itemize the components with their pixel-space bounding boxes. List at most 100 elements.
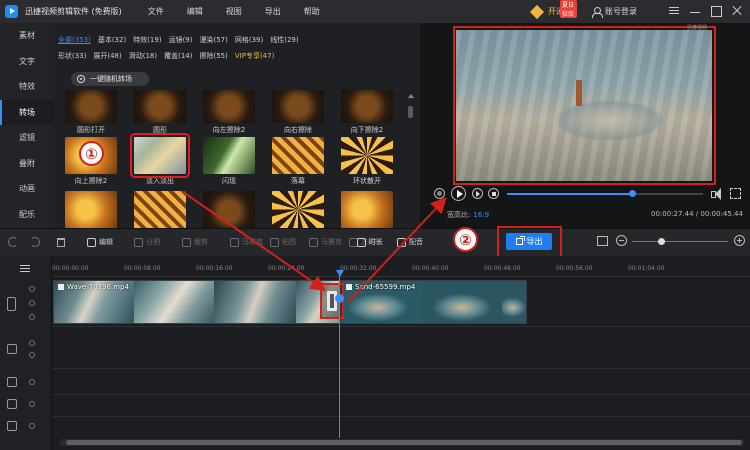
- toolbar-item[interactable]: 贴图: [270, 237, 296, 247]
- visibility-icon[interactable]: [29, 300, 35, 306]
- transition-tile[interactable]: 向右擦除: [272, 90, 324, 135]
- menu-view[interactable]: 视图: [226, 6, 242, 17]
- volume-icon[interactable]: [711, 188, 723, 200]
- delete-icon[interactable]: [57, 238, 65, 247]
- transition-label: 闪现: [222, 177, 236, 185]
- stop-icon[interactable]: [488, 188, 499, 199]
- transition-tile[interactable]: [65, 191, 117, 230]
- track-list-icon[interactable]: [20, 265, 32, 274]
- category-tab[interactable]: 基本(32): [98, 35, 126, 45]
- zoom-out-icon[interactable]: [616, 235, 627, 246]
- sidebar-item-4[interactable]: 滤镜: [0, 125, 55, 151]
- clip-thumbnail: [502, 281, 526, 323]
- menu-help[interactable]: 帮助: [304, 6, 320, 17]
- sidebar-item-5[interactable]: 叠附: [0, 151, 55, 177]
- toolbar-item[interactable]: 马赛克: [230, 237, 263, 247]
- lock-icon[interactable]: [29, 423, 35, 429]
- category-tab[interactable]: 运镜(9): [169, 35, 193, 45]
- transition-tile[interactable]: [134, 191, 186, 230]
- category-tab[interactable]: 特效(19): [133, 35, 161, 45]
- rewind-icon[interactable]: [434, 188, 445, 199]
- panel-scrollbar[interactable]: [408, 106, 413, 118]
- random-icon: [77, 75, 85, 83]
- sidebar-item-0[interactable]: 素材: [0, 23, 55, 49]
- menu-file[interactable]: 文件: [148, 6, 164, 17]
- transition-tile[interactable]: [272, 191, 324, 230]
- minimize-icon[interactable]: [688, 4, 702, 18]
- category-tab[interactable]: 网格(39): [235, 35, 263, 45]
- sidebar-item-3[interactable]: 转场: [0, 99, 55, 125]
- fit-timeline-icon[interactable]: [597, 236, 608, 246]
- transition-tile[interactable]: 闪现: [203, 137, 255, 186]
- transition-tile[interactable]: 淡入淡出: [130, 133, 190, 186]
- timeline-zoom-handle[interactable]: [657, 238, 665, 245]
- toolbar-item[interactable]: 分割: [134, 237, 160, 247]
- scroll-up-icon[interactable]: [408, 94, 414, 98]
- category-tabs: 全部(353) 基本(32) 特效(19) 运镜(9) 漫染(57) 网格(39) 线性(2…: [58, 35, 408, 67]
- transition-tile[interactable]: 圆形打开: [65, 90, 117, 135]
- toolbar-item[interactable]: 时长: [357, 237, 383, 247]
- category-tab[interactable]: 形状(33): [58, 51, 86, 61]
- transition-thumbnail: [341, 191, 393, 228]
- toolbar-item-icon: [357, 237, 366, 247]
- toolbar-item[interactable]: 裁剪: [182, 237, 208, 247]
- play-icon[interactable]: [451, 186, 466, 201]
- timeline-zoom-slider[interactable]: [632, 241, 728, 242]
- clip-title: Wave-70796.mp4: [58, 283, 129, 291]
- aspect-ratio[interactable]: 宽高比: 16:9: [447, 210, 489, 220]
- app-title: 迅捷视频剪辑软件 (免费版): [25, 7, 122, 16]
- category-tab[interactable]: 展开(48): [93, 51, 121, 61]
- toolbar-item[interactable]: 编辑: [87, 237, 113, 247]
- category-tab[interactable]: 线性(29): [270, 35, 298, 45]
- mute-icon[interactable]: [29, 314, 35, 320]
- category-tab[interactable]: 全部(353): [58, 35, 91, 45]
- fullscreen-icon[interactable]: [730, 188, 741, 199]
- transition-tile[interactable]: [203, 191, 255, 230]
- lane-divider: [52, 326, 750, 327]
- category-tab[interactable]: 滑动(18): [129, 51, 157, 61]
- transition-tile[interactable]: 向下擦除2: [341, 90, 393, 135]
- sidebar-item-1[interactable]: 文字: [0, 49, 55, 75]
- toolbar-item-icon: [134, 237, 143, 247]
- lock-icon[interactable]: [29, 379, 35, 385]
- timeline-scrollbar-thumb[interactable]: [66, 440, 742, 445]
- sidebar-item-6[interactable]: 动画: [0, 176, 55, 202]
- transition-tile[interactable]: 环状散开: [341, 137, 393, 186]
- transition-tile[interactable]: [341, 191, 393, 230]
- zoom-in-icon[interactable]: [734, 235, 745, 246]
- random-transition-button[interactable]: 一键随机转场: [71, 72, 149, 86]
- toolbar-item[interactable]: 配音: [397, 237, 423, 247]
- lock-icon[interactable]: [29, 340, 35, 346]
- export-button[interactable]: 导出: [506, 233, 552, 250]
- category-tab[interactable]: 覆盖(14): [164, 51, 192, 61]
- maximize-icon[interactable]: [709, 4, 723, 18]
- transition-tile[interactable]: 圆形: [134, 90, 186, 135]
- current-time: 00:00:27.44: [651, 210, 694, 218]
- sidebar-item-2[interactable]: 特效: [0, 74, 55, 100]
- toolbar-item[interactable]: 马赛克: [309, 237, 342, 247]
- transition-thumbnail: [341, 90, 393, 123]
- playhead-marker[interactable]: [335, 294, 344, 303]
- lock-icon[interactable]: [29, 401, 35, 407]
- account-login-button[interactable]: 账号登录: [592, 6, 637, 18]
- undo-icon[interactable]: [8, 237, 18, 247]
- video-clip[interactable]: Sand-65599.mp4: [341, 280, 527, 324]
- vip-button[interactable]: 开通VIP 夏日狂欢: [529, 0, 577, 19]
- menu-export[interactable]: 导出: [265, 6, 281, 17]
- sidebar-item-7[interactable]: 配乐: [0, 202, 55, 228]
- app-logo-icon: [5, 5, 18, 18]
- transition-tile[interactable]: 落幕: [272, 137, 324, 186]
- close-icon[interactable]: [730, 4, 744, 18]
- redo-icon[interactable]: [30, 237, 40, 247]
- menu-edit[interactable]: 编辑: [187, 6, 203, 17]
- hamburger-menu-icon[interactable]: [667, 4, 681, 18]
- playhead-handle[interactable]: [336, 270, 344, 277]
- next-frame-icon[interactable]: [472, 188, 483, 199]
- video-clip[interactable]: Wave-70796.mp4: [53, 280, 341, 324]
- category-tab[interactable]: 漫染(57): [200, 35, 228, 45]
- category-tab[interactable]: VIP专享(47): [235, 51, 274, 61]
- category-tab[interactable]: 擦除(55): [200, 51, 228, 61]
- visibility-icon[interactable]: [29, 352, 35, 358]
- transition-tile[interactable]: 向左擦除2: [203, 90, 255, 135]
- lock-icon[interactable]: [29, 286, 35, 292]
